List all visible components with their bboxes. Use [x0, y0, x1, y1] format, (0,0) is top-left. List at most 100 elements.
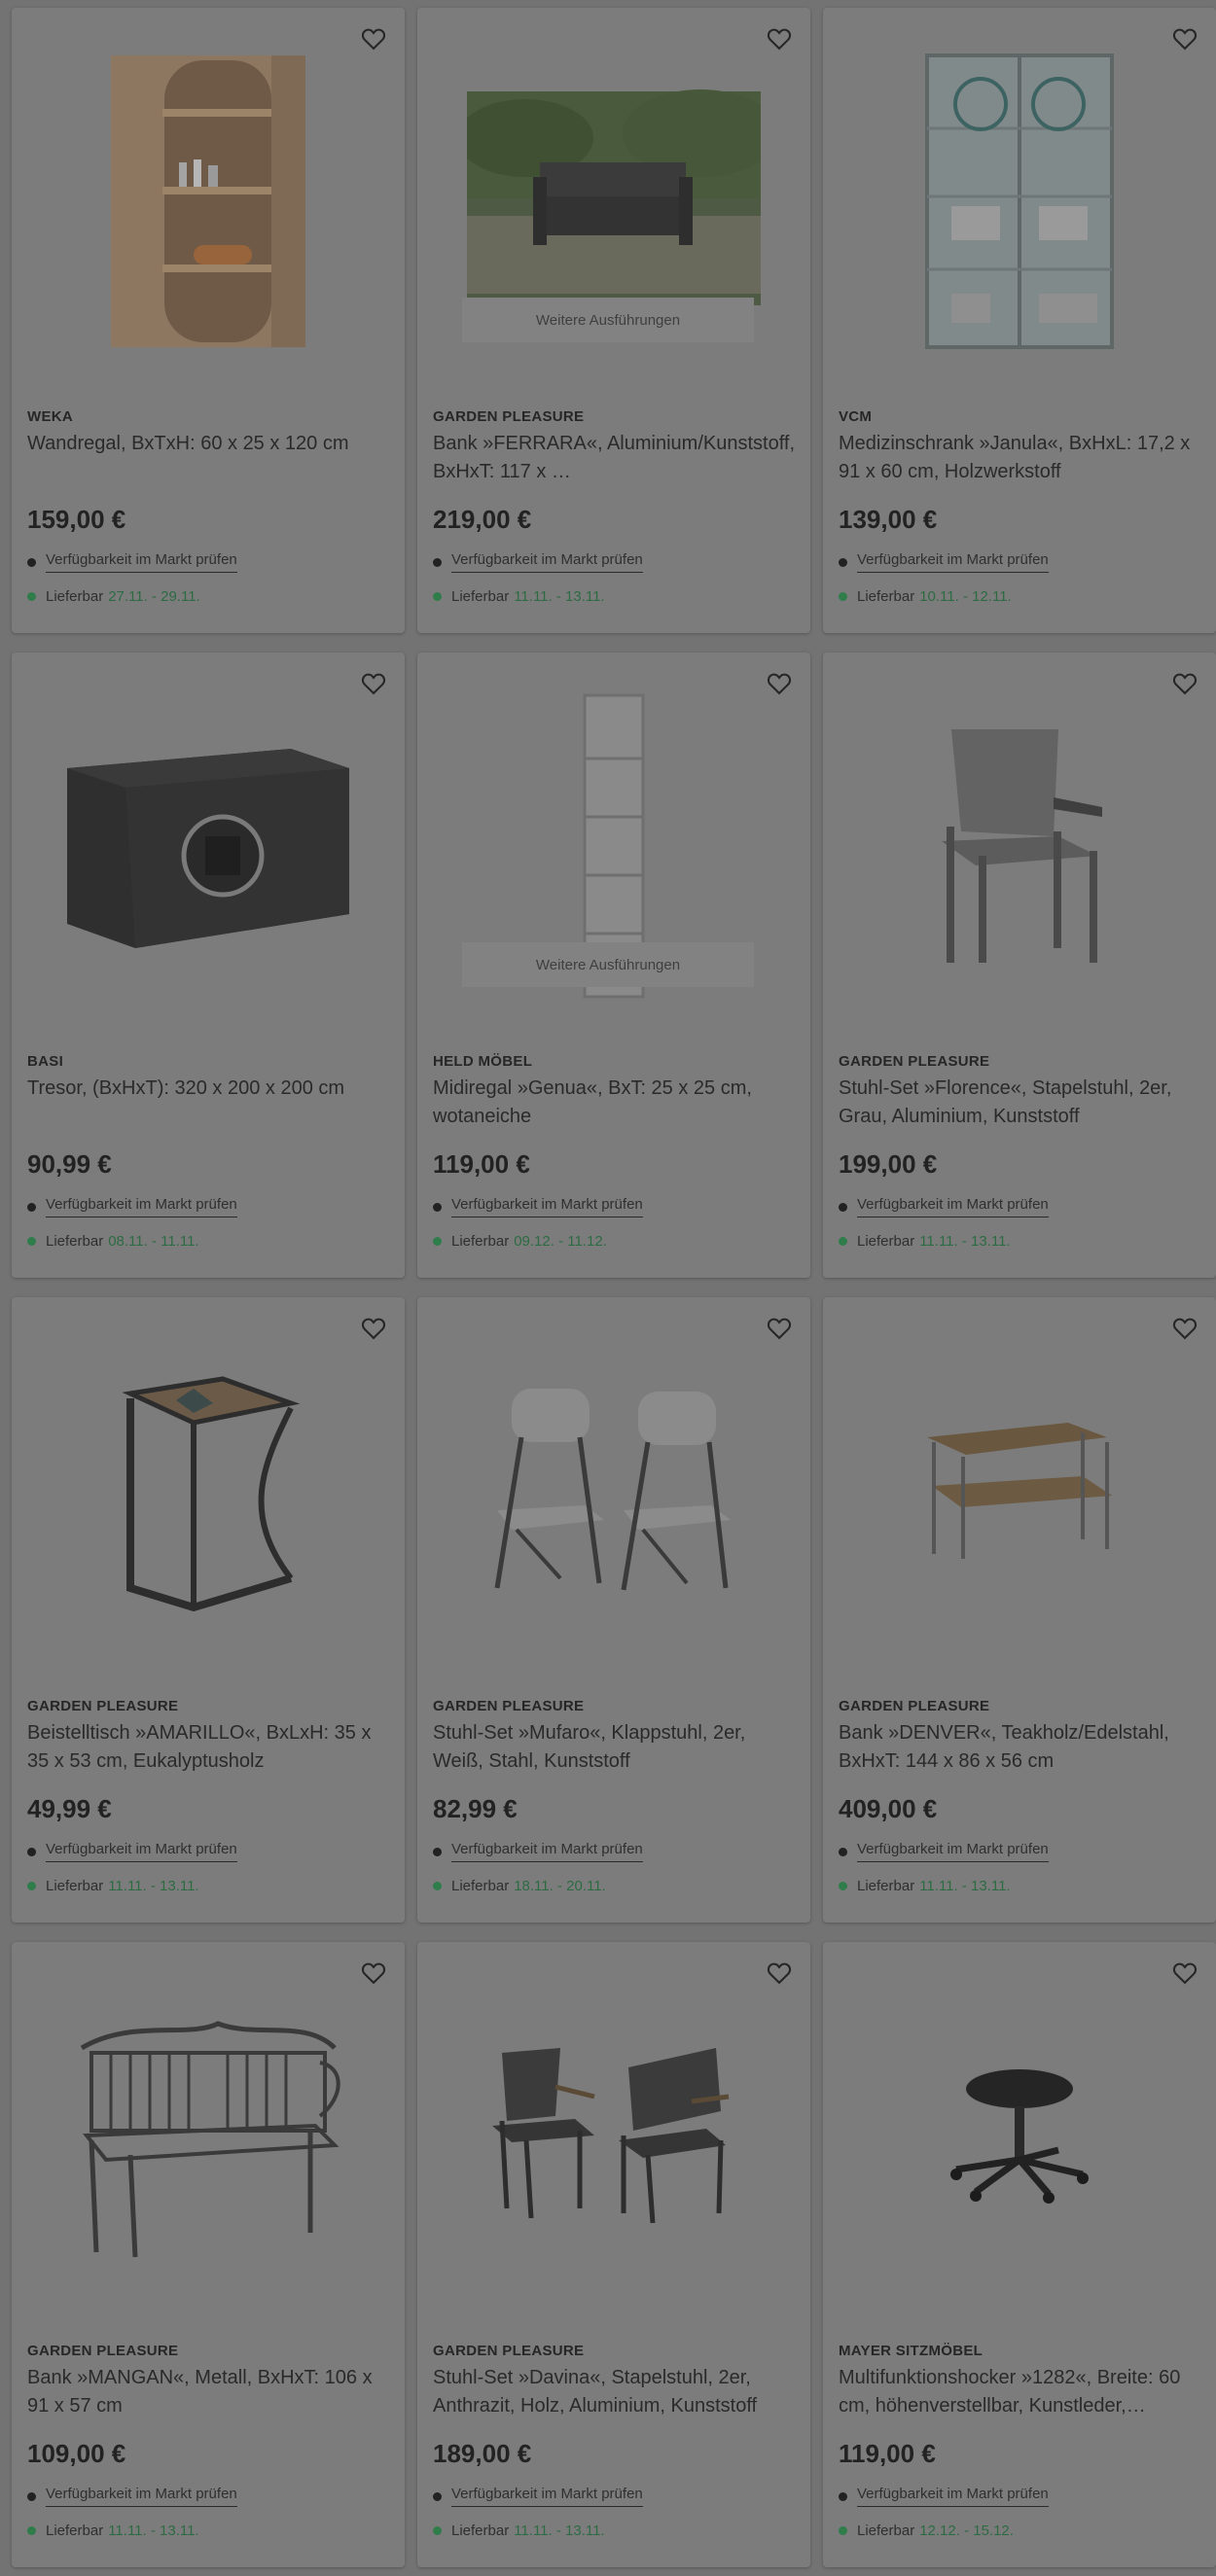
availability-check[interactable]: Verfügbarkeit im Markt prüfen	[433, 1196, 643, 1217]
availability-check[interactable]: Verfügbarkeit im Markt prüfen	[27, 1196, 237, 1217]
availability-check[interactable]: Verfügbarkeit im Markt prüfen	[433, 551, 643, 573]
availability-check[interactable]: Verfügbarkeit im Markt prüfen	[839, 551, 1049, 573]
availability-link[interactable]: Verfügbarkeit im Markt prüfen	[46, 2486, 237, 2507]
product-title[interactable]: Wandregal, BxTxH: 60 x 25 x 120 cm	[27, 430, 389, 458]
product-title[interactable]: Medizinschrank »Janula«, BxHxL: 17,2 x 9…	[839, 430, 1200, 486]
anthracite-chairs-image[interactable]	[417, 1975, 810, 2296]
product-title[interactable]: Midiregal »Genua«, BxT: 25 x 25 cm, wota…	[433, 1075, 795, 1131]
availability-dot-icon	[839, 557, 847, 567]
stool-image[interactable]	[823, 1975, 1216, 2296]
delivery-dot-icon	[433, 592, 442, 601]
product-brand: MAYER SITZMÖBEL	[839, 2343, 984, 2359]
availability-check[interactable]: Verfügbarkeit im Markt prüfen	[433, 2486, 643, 2507]
medicine-cabinet-image[interactable]	[823, 41, 1216, 362]
delivery-info: Lieferbar 11.11. - 13.11.	[839, 1233, 1011, 1250]
availability-check[interactable]: Verfügbarkeit im Markt prüfen	[839, 1196, 1049, 1217]
availability-dot-icon	[839, 1202, 847, 1212]
availability-link[interactable]: Verfügbarkeit im Markt prüfen	[451, 2486, 643, 2507]
folding-chairs-image[interactable]	[417, 1330, 810, 1651]
product-brand: GARDEN PLEASURE	[27, 2343, 179, 2359]
product-title[interactable]: Beistelltisch »AMARILLO«, BxLxH: 35 x 35…	[27, 1719, 389, 1776]
delivery-dot-icon	[27, 592, 36, 601]
product-card[interactable]: BASI Tresor, (BxHxT): 320 x 200 x 200 cm…	[12, 653, 405, 1278]
delivery-dot-icon	[839, 592, 847, 601]
product-card[interactable]: Weitere Ausführungen GARDEN PLEASURE Ban…	[417, 8, 810, 633]
availability-link[interactable]: Verfügbarkeit im Markt prüfen	[451, 551, 643, 573]
delivery-dot-icon	[839, 1237, 847, 1246]
availability-check[interactable]: Verfügbarkeit im Markt prüfen	[433, 1841, 643, 1862]
product-title[interactable]: Bank »FERRARA«, Aluminium/Kunststoff, Bx…	[433, 430, 795, 486]
side-table-image[interactable]	[12, 1330, 405, 1651]
delivery-label: Lieferbar	[451, 1878, 510, 1894]
delivery-date: 11.11. - 13.11.	[514, 2523, 605, 2539]
delivery-date: 08.11. - 11.11.	[108, 1233, 199, 1250]
product-title[interactable]: Multifunktionshocker »1282«, Breite: 60 …	[839, 2364, 1200, 2420]
availability-check[interactable]: Verfügbarkeit im Markt prüfen	[839, 2486, 1049, 2507]
product-card[interactable]: MAYER SITZMÖBEL Multifunktionshocker »12…	[823, 1942, 1216, 2567]
availability-check[interactable]: Verfügbarkeit im Markt prüfen	[27, 2486, 237, 2507]
teak-bench-image[interactable]	[823, 1330, 1216, 1651]
availability-link[interactable]: Verfügbarkeit im Markt prüfen	[46, 551, 237, 573]
product-card[interactable]: Weitere Ausführungen HELD MÖBEL Midirega…	[417, 653, 810, 1278]
availability-link[interactable]: Verfügbarkeit im Markt prüfen	[857, 1196, 1049, 1217]
stacking-chair-image[interactable]	[823, 686, 1216, 1006]
product-card[interactable]: GARDEN PLEASURE Beistelltisch »AMARILLO«…	[12, 1297, 405, 1923]
availability-link[interactable]: Verfügbarkeit im Markt prüfen	[857, 2486, 1049, 2507]
product-title[interactable]: Bank »DENVER«, Teakholz/Edelstahl, BxHxT…	[839, 1719, 1200, 1776]
safe-image[interactable]	[12, 686, 405, 1006]
availability-link[interactable]: Verfügbarkeit im Markt prüfen	[857, 551, 1049, 573]
product-title[interactable]: Stuhl-Set »Davina«, Stapelstuhl, 2er, An…	[433, 2364, 795, 2420]
product-price: 82,99 €	[433, 1794, 518, 1823]
metal-bench-image[interactable]	[12, 1975, 405, 2296]
availability-link[interactable]: Verfügbarkeit im Markt prüfen	[46, 1196, 237, 1217]
delivery-dot-icon	[27, 1237, 36, 1246]
product-brand: VCM	[839, 408, 873, 425]
availability-link[interactable]: Verfügbarkeit im Markt prüfen	[451, 1196, 643, 1217]
product-title[interactable]: Tresor, (BxHxT): 320 x 200 x 200 cm	[27, 1075, 389, 1103]
delivery-date: 12.12. - 15.12.	[919, 2523, 1014, 2539]
delivery-dot-icon	[433, 2526, 442, 2535]
delivery-dot-icon	[27, 1882, 36, 1890]
delivery-label: Lieferbar	[857, 588, 915, 605]
variants-button[interactable]: Weitere Ausführungen	[462, 942, 754, 987]
availability-link[interactable]: Verfügbarkeit im Markt prüfen	[46, 1841, 237, 1862]
product-card[interactable]: GARDEN PLEASURE Stuhl-Set »Mufaro«, Klap…	[417, 1297, 810, 1923]
product-brand: GARDEN PLEASURE	[27, 1698, 179, 1714]
product-brand: WEKA	[27, 408, 74, 425]
delivery-label: Lieferbar	[857, 1878, 915, 1894]
delivery-date: 11.11. - 13.11.	[514, 588, 605, 605]
delivery-dot-icon	[433, 1237, 442, 1246]
availability-dot-icon	[433, 1847, 442, 1856]
delivery-dot-icon	[839, 2526, 847, 2535]
delivery-label: Lieferbar	[46, 1233, 104, 1250]
product-card[interactable]: GARDEN PLEASURE Bank »DENVER«, Teakholz/…	[823, 1297, 1216, 1923]
wall-shelf-image[interactable]	[12, 41, 405, 362]
product-card[interactable]: GARDEN PLEASURE Bank »MANGAN«, Metall, B…	[12, 1942, 405, 2567]
product-title[interactable]: Stuhl-Set »Mufaro«, Klappstuhl, 2er, Wei…	[433, 1719, 795, 1776]
product-card[interactable]: VCM Medizinschrank »Janula«, BxHxL: 17,2…	[823, 8, 1216, 633]
delivery-info: Lieferbar 11.11. - 13.11.	[27, 1878, 199, 1894]
product-title[interactable]: Stuhl-Set »Florence«, Stapelstuhl, 2er, …	[839, 1075, 1200, 1131]
product-brand: BASI	[27, 1053, 64, 1070]
delivery-date: 09.12. - 11.12.	[514, 1233, 607, 1250]
availability-check[interactable]: Verfügbarkeit im Markt prüfen	[839, 1841, 1049, 1862]
product-title[interactable]: Bank »MANGAN«, Metall, BxHxT: 106 x 91 x…	[27, 2364, 389, 2420]
availability-link[interactable]: Verfügbarkeit im Markt prüfen	[857, 1841, 1049, 1862]
availability-link[interactable]: Verfügbarkeit im Markt prüfen	[451, 1841, 643, 1862]
availability-check[interactable]: Verfügbarkeit im Markt prüfen	[27, 551, 237, 573]
delivery-dot-icon	[27, 2526, 36, 2535]
delivery-label: Lieferbar	[857, 1233, 915, 1250]
product-card[interactable]: GARDEN PLEASURE Stuhl-Set »Florence«, St…	[823, 653, 1216, 1278]
delivery-info: Lieferbar 08.11. - 11.11.	[27, 1233, 199, 1250]
delivery-info: Lieferbar 11.11. - 13.11.	[27, 2523, 199, 2539]
delivery-date: 11.11. - 13.11.	[108, 2523, 199, 2539]
product-price: 159,00 €	[27, 505, 126, 534]
delivery-info: Lieferbar 10.11. - 12.11.	[839, 588, 1012, 605]
delivery-label: Lieferbar	[46, 2523, 104, 2539]
availability-check[interactable]: Verfügbarkeit im Markt prüfen	[27, 1841, 237, 1862]
variants-button[interactable]: Weitere Ausführungen	[462, 298, 754, 342]
product-card[interactable]: WEKA Wandregal, BxTxH: 60 x 25 x 120 cm …	[12, 8, 405, 633]
availability-dot-icon	[433, 557, 442, 567]
product-card[interactable]: GARDEN PLEASURE Stuhl-Set »Davina«, Stap…	[417, 1942, 810, 2567]
delivery-label: Lieferbar	[451, 2523, 510, 2539]
